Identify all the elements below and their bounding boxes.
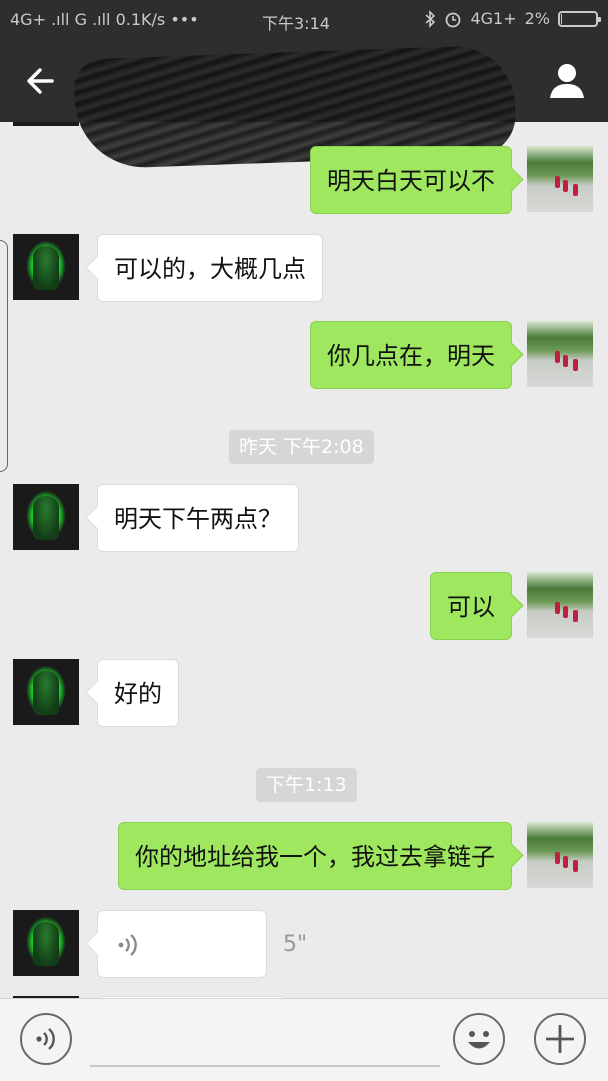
avatar[interactable] — [13, 659, 79, 725]
signal-status: 4G+ .ıll G .ıll 0.1K/s ••• — [10, 10, 199, 29]
chat-header — [0, 40, 608, 170]
message-bubble-received[interactable]: 好的 — [97, 659, 179, 727]
message-bubble-sent[interactable]: 你几点在，明天 — [310, 321, 512, 389]
message-bubble-sent[interactable]: 可以 — [430, 572, 512, 640]
avatar[interactable] — [527, 321, 593, 387]
back-button[interactable] — [20, 60, 62, 102]
emoji-button[interactable] — [453, 1013, 505, 1065]
bluetooth-icon — [425, 9, 436, 28]
avatar[interactable] — [527, 822, 593, 888]
more-button[interactable] — [534, 1013, 586, 1065]
avatar[interactable] — [527, 146, 593, 212]
voice-toggle-icon — [36, 1028, 55, 1050]
message-input[interactable] — [90, 1065, 440, 1067]
message-bubble-received[interactable]: 明天下午两点？ — [97, 484, 299, 552]
emoji-icon — [468, 1031, 490, 1049]
battery-percent: 2% — [524, 9, 550, 28]
avatar[interactable] — [13, 484, 79, 550]
avatar[interactable] — [13, 122, 79, 126]
side-panel-edge — [0, 240, 8, 472]
voice-toggle-button[interactable] — [20, 1013, 72, 1065]
chat-messages[interactable]: 明天白天可以不 可以的，大概几点 你几点在，明天 昨天 下午2:08 明天下午两… — [0, 122, 608, 998]
avatar[interactable] — [13, 234, 79, 300]
voice-duration: 5" — [283, 932, 308, 957]
status-bar: 4G+ .ıll G .ıll 0.1K/s ••• 下午3:14 4G1+ 2… — [0, 0, 608, 40]
alarm-icon — [446, 12, 461, 27]
message-bubble-received[interactable]: 可以的，大概几点 — [97, 234, 323, 302]
battery-icon — [558, 10, 601, 27]
plus-icon — [546, 1025, 574, 1053]
back-arrow-icon — [27, 68, 54, 94]
avatar[interactable] — [13, 910, 79, 976]
message-bubble-sent[interactable]: 你的地址给我一个，我过去拿链子 — [118, 822, 512, 890]
contact-info-button[interactable] — [546, 60, 588, 102]
person-icon — [550, 64, 584, 98]
voice-message-bubble[interactable] — [97, 910, 267, 978]
avatar[interactable] — [527, 572, 593, 638]
timestamp: 下午1:13 — [256, 768, 357, 802]
status-time: 下午3:14 — [262, 14, 330, 33]
network-type: 4G1+ — [470, 9, 517, 28]
input-bar — [0, 998, 608, 1081]
timestamp: 昨天 下午2:08 — [229, 430, 374, 464]
voice-wave-icon — [118, 934, 137, 956]
message-bubble-sent[interactable]: 明天白天可以不 — [310, 146, 512, 214]
